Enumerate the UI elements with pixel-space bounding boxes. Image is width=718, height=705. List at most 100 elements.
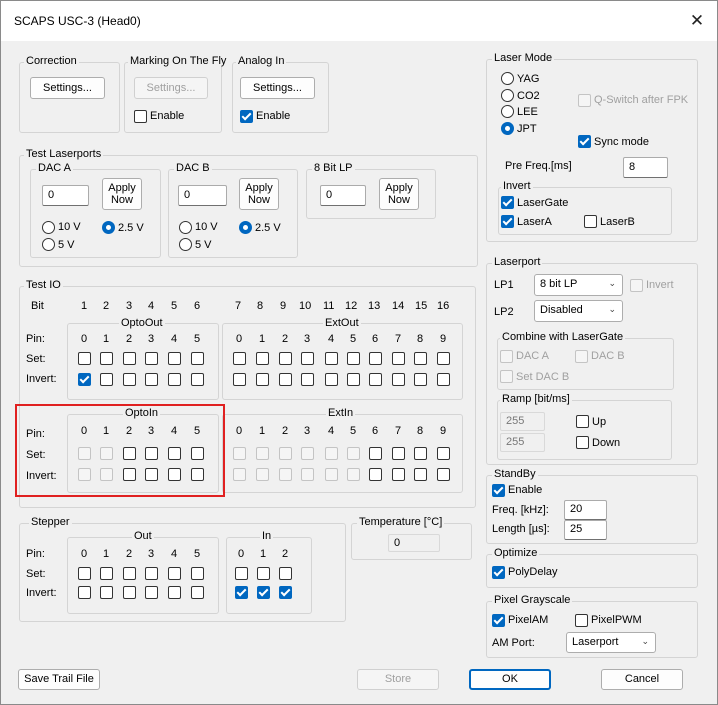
test-io-title: Test IO	[24, 279, 63, 291]
lp1-select[interactable]: 8 bit LP ⌄	[534, 274, 623, 296]
dac-a-value-input[interactable]: 0	[42, 185, 89, 206]
stepper-in-invert-checkbox[interactable]	[235, 586, 248, 599]
ramp-up-checkbox[interactable]	[576, 415, 589, 428]
laserb-checkbox[interactable]	[584, 215, 597, 228]
marking-settings-button[interactable]: Settings...	[134, 77, 208, 99]
close-icon[interactable]: ✕	[683, 9, 711, 33]
dac-b-25v-label: 2.5 V	[255, 222, 281, 234]
standby-freq-input[interactable]: 20	[564, 500, 607, 520]
stepper-in-pin-number: 1	[260, 548, 267, 560]
window-title: SCAPS USC-3 (Head0)	[14, 14, 141, 28]
dac-b-value-input[interactable]: 0	[178, 185, 227, 206]
dac-b-apply-label-1: Apply	[245, 182, 273, 194]
dac-b-10v-radio[interactable]	[179, 221, 192, 234]
laser-mode-title: Laser Mode	[492, 52, 555, 64]
stepper-in-invert-checkbox[interactable]	[257, 586, 270, 599]
lp1-invert-checkbox[interactable]	[630, 279, 643, 292]
amport-label: AM Port:	[492, 637, 535, 649]
lp8-apply-button[interactable]: Apply Now	[379, 178, 419, 210]
stepper-out-invert-checkbox[interactable]	[100, 586, 113, 599]
dac-b-apply-button[interactable]: Apply Now	[239, 178, 279, 210]
ramp-down-input[interactable]: 255	[500, 433, 545, 452]
amport-select[interactable]: Laserport ⌄	[566, 632, 656, 653]
stepper-out-invert-checkbox[interactable]	[78, 586, 91, 599]
bit-number: 8	[257, 300, 264, 312]
laser-mode-radio-jpt[interactable]	[501, 122, 514, 135]
stepper-out-set-checkbox[interactable]	[191, 567, 204, 580]
dac-a-25v-radio[interactable]	[102, 221, 115, 234]
combine-daca-checkbox[interactable]	[500, 350, 513, 363]
ramp-up-input[interactable]: 255	[500, 412, 545, 431]
analog-settings-button[interactable]: Settings...	[240, 77, 315, 99]
dac-a-10v-radio[interactable]	[42, 221, 55, 234]
stepper-out-invert-checkbox[interactable]	[168, 586, 181, 599]
lp2-select-value: Disabled	[540, 304, 583, 316]
row-label-pin: Pin:	[26, 333, 45, 345]
bit-number: 10	[299, 300, 312, 312]
stepper-in-pin-number: 0	[238, 548, 245, 560]
prefreq-input[interactable]: 8	[623, 157, 668, 178]
stepper-in-set-checkbox[interactable]	[279, 567, 292, 580]
qswitch-checkbox[interactable]	[578, 94, 591, 107]
dac-b-5v-radio[interactable]	[179, 238, 192, 251]
bit-number: 5	[171, 300, 178, 312]
stepper-out-set-checkbox[interactable]	[78, 567, 91, 580]
dac-a-5v-radio[interactable]	[42, 238, 55, 251]
marking-enable-checkbox[interactable]	[134, 110, 147, 123]
bit-label: Bit	[31, 300, 44, 312]
setdacb-checkbox[interactable]	[500, 370, 513, 383]
laser-mode-radio-lee[interactable]	[501, 105, 514, 118]
stepper-out-set-checkbox[interactable]	[145, 567, 158, 580]
lp1-select-value: 8 bit LP	[540, 278, 578, 290]
combine-dacb-checkbox[interactable]	[575, 350, 588, 363]
laser-mode-radio-yag[interactable]	[501, 72, 514, 85]
sync-mode-checkbox[interactable]	[578, 135, 591, 148]
stepper-in-set-checkbox[interactable]	[257, 567, 270, 580]
polydelay-checkbox[interactable]	[492, 566, 505, 579]
ok-button[interactable]: OK	[469, 669, 551, 690]
stepper-out-set-checkbox[interactable]	[168, 567, 181, 580]
correction-settings-button[interactable]: Settings...	[30, 77, 105, 99]
stepper-in-set-checkbox[interactable]	[235, 567, 248, 580]
stepper-out-invert-checkbox[interactable]	[145, 586, 158, 599]
cancel-button[interactable]: Cancel	[601, 669, 683, 690]
stepper-row-label-pin: Pin:	[26, 548, 45, 560]
lp8-value-input[interactable]: 0	[320, 185, 366, 206]
stepper-out-set-checkbox[interactable]	[123, 567, 136, 580]
standby-length-input[interactable]: 25	[564, 520, 607, 540]
lasera-checkbox[interactable]	[501, 215, 514, 228]
store-button[interactable]: Store	[357, 669, 439, 690]
lp2-label: LP2	[494, 306, 514, 318]
pixel-title: Pixel Grayscale	[492, 594, 573, 606]
laser-mode-label-jpt: JPT	[517, 123, 537, 135]
dialog-window: SCAPS USC-3 (Head0) ✕ Correction Setting…	[0, 0, 718, 705]
standby-enable-checkbox[interactable]	[492, 484, 505, 497]
laser-mode-radio-co2[interactable]	[501, 89, 514, 102]
laserb-label: LaserB	[600, 216, 635, 228]
bit-number: 7	[235, 300, 242, 312]
stepper-out-invert-checkbox[interactable]	[123, 586, 136, 599]
pixelpwm-checkbox[interactable]	[575, 614, 588, 627]
analog-enable-checkbox[interactable]	[240, 110, 253, 123]
stepper-out-pin-number: 3	[148, 548, 155, 560]
setdacb-label: Set DAC B	[516, 371, 570, 383]
lp2-select[interactable]: Disabled ⌄	[534, 300, 623, 322]
lasergate-label: LaserGate	[517, 197, 569, 209]
dac-a-5v-label: 5 V	[58, 239, 75, 251]
dac-b-25v-radio[interactable]	[239, 221, 252, 234]
ramp-title: Ramp [bit/ms]	[500, 393, 572, 405]
stepper-in-invert-checkbox[interactable]	[279, 586, 292, 599]
dac-b-10v-label: 10 V	[195, 221, 218, 233]
stepper-out-set-checkbox[interactable]	[100, 567, 113, 580]
lasergate-checkbox[interactable]	[501, 196, 514, 209]
dac-a-apply-label-1: Apply	[108, 182, 136, 194]
ramp-down-checkbox[interactable]	[576, 436, 589, 449]
pixelam-checkbox[interactable]	[492, 614, 505, 627]
lp1-label: LP1	[494, 279, 514, 291]
save-trail-file-button[interactable]: Save Trail File	[18, 669, 100, 690]
stepper-out-invert-checkbox[interactable]	[191, 586, 204, 599]
dac-a-10v-label: 10 V	[58, 221, 81, 233]
stepper-row-label-invert: Invert:	[26, 587, 57, 599]
bit-number: 12	[345, 300, 358, 312]
dac-a-apply-button[interactable]: Apply Now	[102, 178, 142, 210]
